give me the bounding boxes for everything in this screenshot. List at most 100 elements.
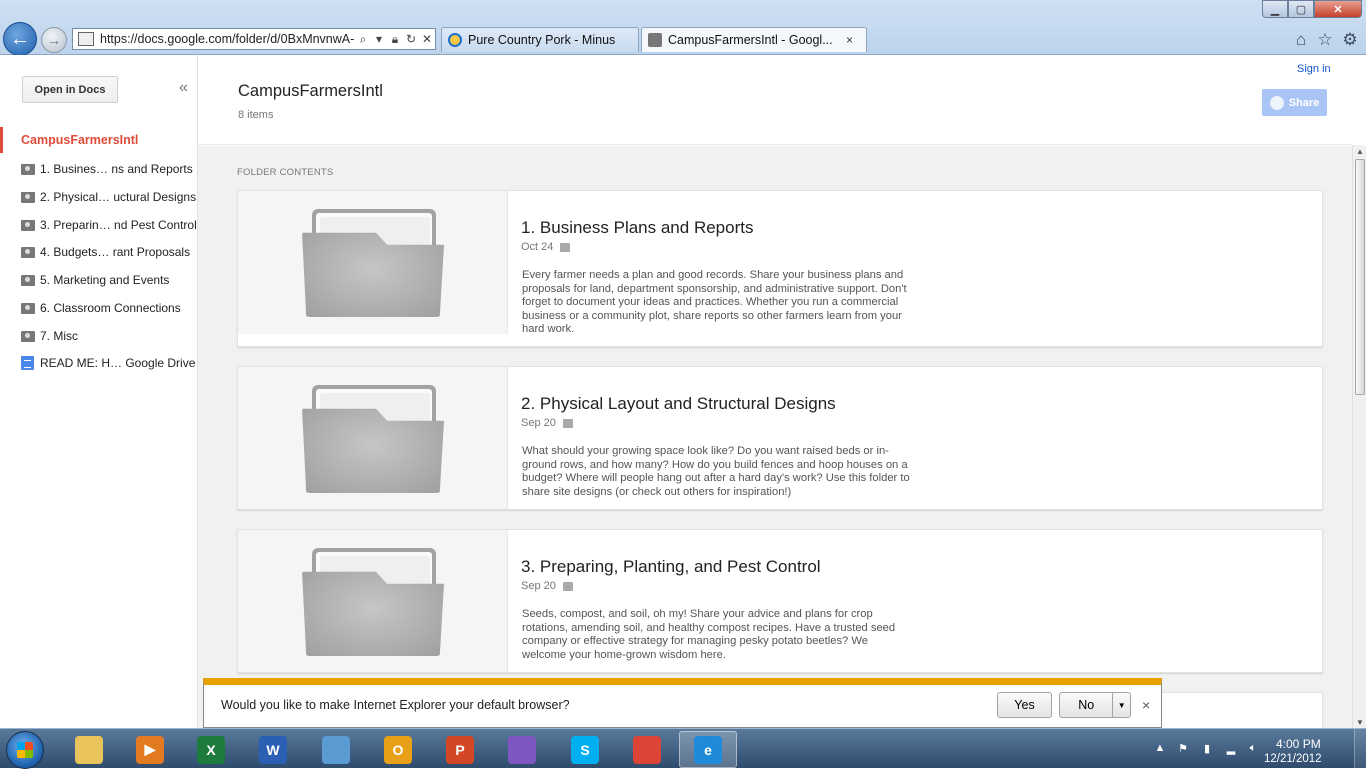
taskbar-app-button[interactable]: O — [369, 731, 427, 768]
address-bar[interactable]: https://docs.google.com/folder/d/0BxMnvn… — [72, 28, 436, 50]
outlook-icon: O — [384, 735, 412, 764]
refresh-icon[interactable]: ↻ — [403, 32, 419, 46]
card-description: What should your growing space look like… — [522, 445, 910, 498]
maximize-button[interactable]: ▢ — [1288, 0, 1314, 18]
card-description: Seeds, compost, and soil, oh my! Share y… — [522, 608, 896, 661]
folder-favicon-icon — [648, 33, 662, 47]
taskbar-app-button[interactable] — [493, 731, 551, 768]
volume-icon[interactable]: 🔈︎ — [1246, 742, 1260, 756]
sidebar-item-physical-layout[interactable]: 2. Physical… uctural Designs — [21, 187, 196, 207]
tools-gear-icon[interactable]: ⚙ — [1340, 30, 1360, 50]
card-description: Every farmer needs a plan and good recor… — [522, 269, 907, 335]
picasa-icon — [508, 735, 536, 764]
share-button[interactable]: Share — [1262, 89, 1327, 116]
power-icon[interactable]: ▮ — [1200, 742, 1214, 756]
sidebar-item-misc[interactable]: 7. Misc — [21, 326, 196, 346]
powerpoint-icon: P — [446, 735, 474, 764]
folder-header: CampusFarmersIntl 8 items Sign in Share — [198, 55, 1352, 145]
system-tray: ▲ ⚑ ▮ ▂ 🔈︎ 4:00 PM 12/21/2012 — [1150, 733, 1362, 765]
sidebar-root-folder[interactable]: CampusFarmersIntl — [0, 127, 197, 153]
share-label: Share — [1288, 96, 1320, 109]
action-center-flag-icon[interactable]: ⚑ — [1176, 742, 1190, 756]
windows-logo-icon — [17, 742, 33, 758]
sidebar: Open in Docs « CampusFarmersIntl 1. Busi… — [0, 55, 198, 730]
taskbar-app-button[interactable]: P — [431, 731, 489, 768]
sidebar-item-marketing[interactable]: 5. Marketing and Events — [21, 270, 196, 290]
favorites-star-icon[interactable]: ☆ — [1315, 30, 1335, 50]
sidebar-item-budgets[interactable]: 4. Budgets… rant Proposals — [21, 242, 196, 262]
sidebar-item-business-plans[interactable]: 1. Busines… ns and Reports — [21, 159, 196, 179]
home-icon[interactable]: ⌂ — [1291, 30, 1311, 50]
tab-close-icon[interactable]: × — [846, 33, 860, 47]
default-browser-notification: Would you like to make Internet Explorer… — [203, 678, 1162, 728]
card-title[interactable]: 1. Business Plans and Reports — [521, 218, 753, 238]
shared-folder-icon — [21, 191, 35, 203]
tab-campusfarmersintl[interactable]: CampusFarmersIntl - Googl... × — [641, 27, 867, 52]
yes-button[interactable]: Yes — [997, 692, 1052, 718]
chevron-down-icon[interactable]: ▼ — [1112, 693, 1130, 717]
dropdown-icon[interactable]: ▾ — [371, 32, 387, 46]
window-close-button[interactable]: ✕ — [1314, 0, 1362, 18]
taskbar-app-button[interactable] — [60, 731, 118, 768]
shared-folder-icon — [21, 330, 35, 342]
shared-folder-icon — [21, 163, 35, 175]
collapse-sidebar-icon[interactable]: « — [179, 79, 188, 97]
scroll-up-arrow-icon[interactable]: ▲ — [1353, 145, 1366, 159]
taskbar-app-button[interactable] — [307, 731, 365, 768]
minimize-button[interactable]: ▁ — [1262, 0, 1288, 18]
close-icon[interactable]: × — [1142, 697, 1150, 713]
tab-label: CampusFarmersIntl - Googl... — [668, 33, 833, 47]
sidebar-item-label: 1. Busines… ns and Reports — [40, 162, 193, 176]
sidebar-item-readme[interactable]: READ ME: H… Google Drive — [21, 353, 196, 373]
scrollbar-thumb[interactable] — [1355, 159, 1365, 395]
forward-arrow-icon: → — [47, 32, 61, 48]
back-button[interactable]: ← — [3, 22, 37, 56]
stop-icon[interactable]: ✕ — [419, 32, 435, 46]
clock-date[interactable]: 12/21/2012 — [1264, 753, 1322, 765]
card-title[interactable]: 3. Preparing, Planting, and Pest Control — [521, 557, 821, 577]
main-area: CampusFarmersIntl 8 items Sign in Share … — [198, 55, 1352, 730]
network-signal-icon[interactable]: ▂ — [1224, 742, 1238, 756]
search-icon[interactable]: ⌕ — [355, 32, 371, 47]
card-date-text: Sep 20 — [521, 580, 556, 592]
folder-thumbnail — [238, 530, 508, 672]
sidebar-item-preparing-planting[interactable]: 3. Preparin… nd Pest Control — [21, 215, 197, 235]
taskbar-app-button[interactable]: e — [679, 731, 737, 768]
shared-icon — [562, 581, 573, 591]
chrome-icon — [633, 735, 661, 764]
word-icon: W — [259, 735, 287, 764]
vertical-scrollbar[interactable]: ▲ ▼ — [1352, 145, 1366, 730]
address-url[interactable]: https://docs.google.com/folder/d/0BxMnvn… — [100, 32, 355, 46]
browser-chrome: ← → https://docs.google.com/folder/d/0Bx… — [0, 0, 1366, 56]
clock-time[interactable]: 4:00 PM — [1276, 737, 1321, 751]
folder-card[interactable]: 1. Business Plans and Reports Oct 24 Eve… — [237, 190, 1323, 347]
sidebar-item-label: READ ME: H… Google Drive — [40, 356, 196, 370]
folder-card[interactable]: 3. Preparing, Planting, and Pest Control… — [237, 529, 1323, 673]
forward-button[interactable]: → — [41, 27, 67, 53]
show-hidden-icons-icon[interactable]: ▲ — [1153, 742, 1167, 756]
lock-icon[interactable]: 🔒︎ — [387, 32, 403, 47]
no-button-label: No — [1078, 698, 1095, 712]
taskbar-app-button[interactable]: ▶ — [121, 731, 179, 768]
sidebar-item-label: 7. Misc — [40, 329, 79, 343]
sign-in-link[interactable]: Sign in — [1297, 63, 1331, 75]
internet-explorer-icon: e — [694, 735, 722, 764]
card-title[interactable]: 2. Physical Layout and Structural Design… — [521, 394, 836, 414]
taskbar-app-button[interactable]: X — [182, 731, 240, 768]
taskbar-app-button[interactable] — [618, 731, 676, 768]
taskbar-app-button[interactable]: S — [556, 731, 614, 768]
show-desktop-button[interactable] — [1354, 729, 1366, 768]
tab-pure-country-pork[interactable]: Pure Country Pork - Minus — [441, 27, 639, 52]
card-date-text: Sep 20 — [521, 417, 556, 429]
no-button[interactable]: No ▼ — [1059, 692, 1131, 718]
shared-icon — [562, 418, 573, 428]
document-icon — [21, 356, 34, 370]
notification-message: Would you like to make Internet Explorer… — [221, 698, 570, 712]
folder-card[interactable]: 2. Physical Layout and Structural Design… — [237, 366, 1323, 510]
open-in-docs-button[interactable]: Open in Docs — [22, 76, 118, 103]
start-button[interactable] — [6, 731, 44, 769]
taskbar-app-button[interactable]: W — [244, 731, 302, 768]
card-date: Oct 24 — [521, 241, 571, 253]
sidebar-item-classroom[interactable]: 6. Classroom Connections — [21, 298, 196, 318]
page-title: CampusFarmersIntl — [238, 82, 383, 100]
